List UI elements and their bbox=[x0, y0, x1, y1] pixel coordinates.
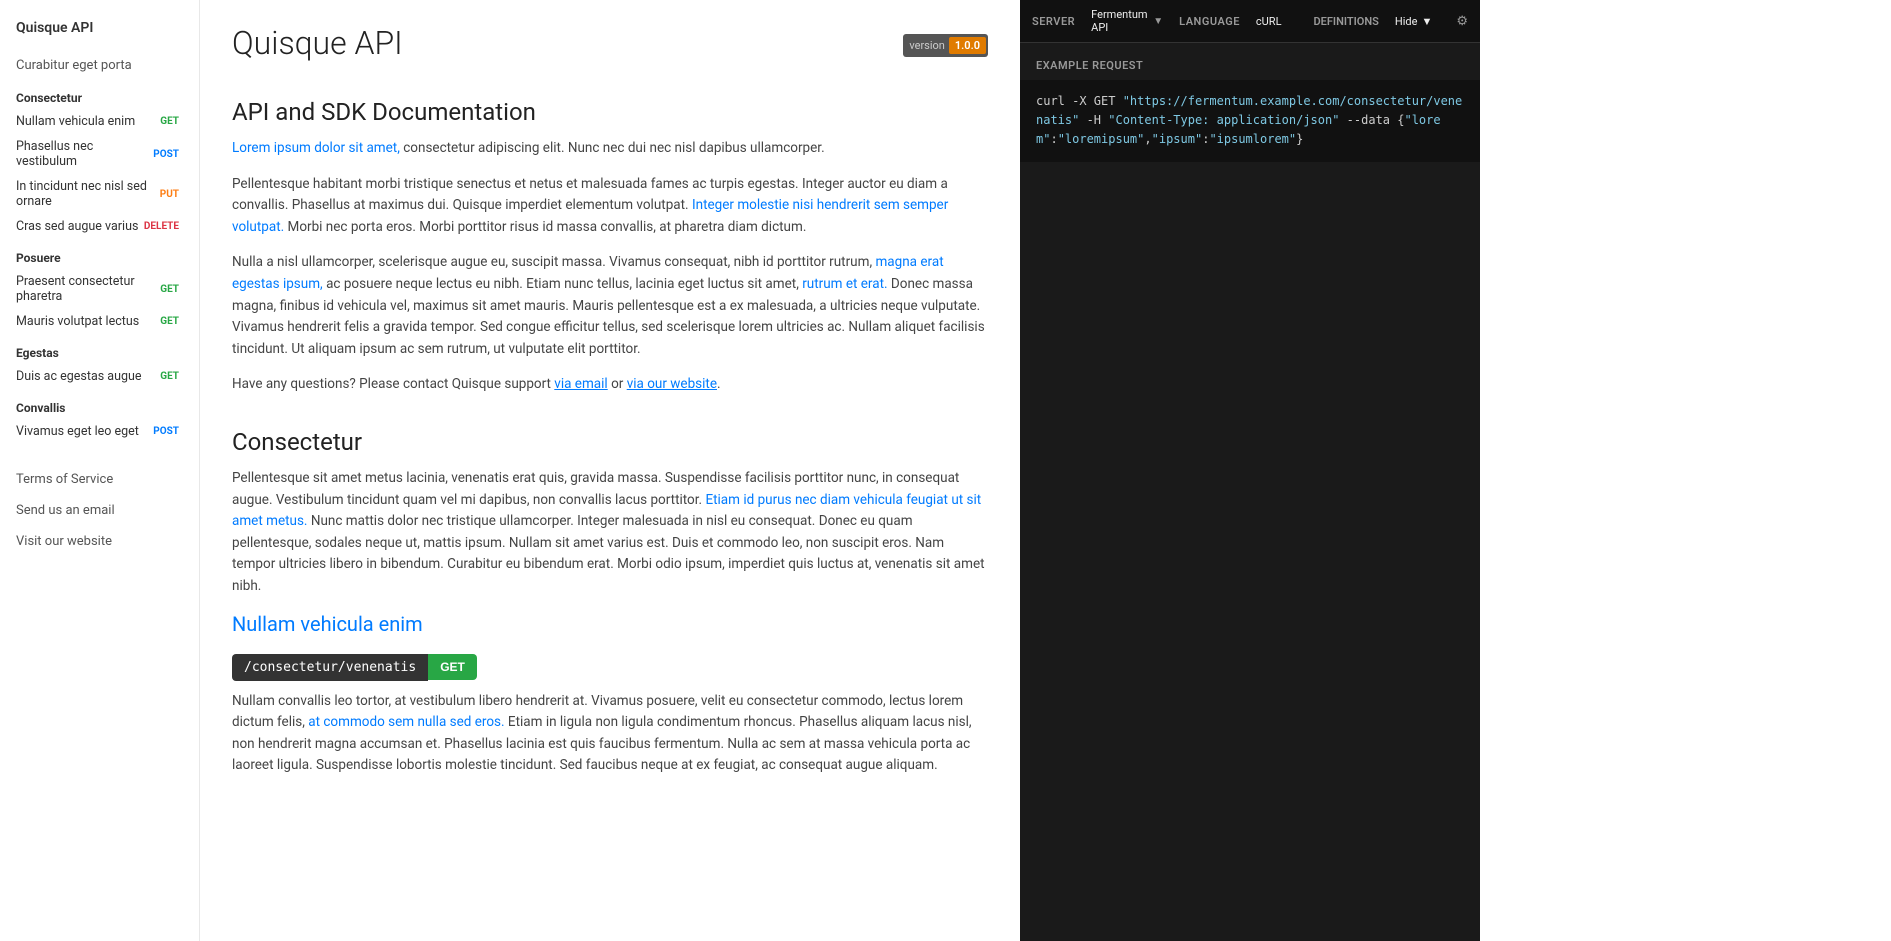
sidebar-endpoint-ep-intincidunt[interactable]: In tincidunt nec nisl sed ornarePUT bbox=[0, 174, 199, 214]
hide-button[interactable]: Hide ▼ bbox=[1395, 15, 1432, 28]
sidebar-endpoint-ep-nullam[interactable]: Nullam vehicula enim GET bbox=[0, 109, 199, 134]
method-badge-ep-phasellus: POST bbox=[149, 148, 183, 161]
title-version-row: Quisque API version 1.0.0 bbox=[232, 24, 988, 66]
right-panel: SERVER Fermentum API ▼ LANGUAGE cURL DEF… bbox=[1020, 0, 1480, 941]
right-main: EXAMPLE REQUEST curl -X GET "https://fer… bbox=[1020, 43, 1480, 941]
endpoint-path-row-section-nullam: /consectetur/venenatisGET bbox=[232, 654, 988, 681]
endpoint-method-btn-section-nullam[interactable]: GET bbox=[428, 654, 477, 680]
endpoint-label-ep-phasellus: Phasellus nec vestibulum bbox=[16, 139, 149, 169]
version-label: version bbox=[909, 39, 945, 52]
paragraph-section-intro-0: Lorem ipsum dolor sit amet, consectetur … bbox=[232, 138, 988, 160]
section-heading-section-consectetur: Consectetur bbox=[232, 428, 988, 456]
gear-icon[interactable]: ⚙ bbox=[1456, 14, 1468, 29]
sidebar: Quisque API Curabitur eget porta Consect… bbox=[0, 0, 200, 941]
sidebar-section-title-section-convallis: Convallis bbox=[0, 389, 199, 419]
via-email-link[interactable]: via email bbox=[554, 376, 607, 392]
server-value-text: Fermentum API bbox=[1091, 8, 1149, 34]
endpoint-path-section-nullam: /consectetur/venenatis bbox=[232, 654, 428, 681]
sidebar-logo: Quisque API bbox=[0, 12, 199, 52]
version-number: 1.0.0 bbox=[949, 37, 986, 54]
sidebar-bottom: Terms of Service Send us an email Visit … bbox=[0, 464, 199, 557]
sidebar-endpoint-ep-praesent[interactable]: Praesent consectetur pharetraGET bbox=[0, 269, 199, 309]
paragraph-section-intro-3: Have any questions? Please contact Quisq… bbox=[232, 374, 988, 396]
main-section-section-nullam: Nullam vehicula enim/consectetur/venenat… bbox=[232, 612, 988, 777]
sidebar-endpoint-ep-mauris[interactable]: Mauris volutpat lectus GET bbox=[0, 309, 199, 334]
version-badge: version 1.0.0 bbox=[903, 34, 988, 57]
server-label: SERVER bbox=[1032, 15, 1075, 28]
website-link[interactable]: Visit our website bbox=[0, 526, 199, 557]
sidebar-section-title-section-egestas: Egestas bbox=[0, 334, 199, 364]
method-badge-ep-cras: DELETE bbox=[140, 220, 183, 233]
sidebar-section-title-section-consectetur: Consectetur bbox=[0, 79, 199, 109]
sidebar-endpoint-ep-duis[interactable]: Duis ac egestas augue GET bbox=[0, 364, 199, 389]
main-section-section-consectetur: Consectetur Pellentesque sit amet metus l… bbox=[232, 428, 988, 598]
definitions-label: DEFINITIONS bbox=[1314, 15, 1379, 28]
endpoint-label-ep-praesent: Praesent consectetur pharetra bbox=[16, 274, 156, 304]
page-title: Quisque API bbox=[232, 24, 403, 62]
server-chevron-icon: ▼ bbox=[1153, 16, 1163, 27]
email-link[interactable]: Send us an email bbox=[0, 495, 199, 526]
example-request-label: EXAMPLE REQUEST bbox=[1020, 43, 1480, 80]
method-badge-ep-vivamus: POST bbox=[149, 425, 183, 438]
code-block: curl -X GET "https://fermentum.example.c… bbox=[1020, 80, 1480, 162]
sidebar-link-curabitur[interactable]: Curabitur eget porta bbox=[0, 52, 199, 79]
paragraph-section-nullam-0: Nullam convallis leo tortor, at vestibul… bbox=[232, 691, 988, 777]
endpoint-label-ep-nullam: Nullam vehicula enim bbox=[16, 114, 135, 129]
hide-chevron-icon: ▼ bbox=[1421, 15, 1432, 28]
hide-label: Hide bbox=[1395, 15, 1418, 28]
sidebar-endpoint-ep-vivamus[interactable]: Vivamus eget leo eget POST bbox=[0, 419, 199, 444]
endpoint-label-ep-duis: Duis ac egestas augue bbox=[16, 369, 142, 384]
main-section-section-intro: API and SDK Documentation Lorem ipsum dol… bbox=[232, 98, 988, 396]
method-badge-ep-duis: GET bbox=[156, 370, 183, 383]
via-website-link[interactable]: via our website bbox=[627, 376, 717, 392]
server-value[interactable]: Fermentum API ▼ bbox=[1091, 8, 1163, 34]
paragraph-section-consectetur-0: Pellentesque sit amet metus lacinia, ven… bbox=[232, 468, 988, 598]
sidebar-endpoint-ep-cras[interactable]: Cras sed augue variusDELETE bbox=[0, 214, 199, 239]
method-badge-ep-mauris: GET bbox=[156, 315, 183, 328]
method-badge-ep-nullam: GET bbox=[156, 115, 183, 128]
paragraph-section-intro-1: Pellentesque habitant morbi tristique se… bbox=[232, 174, 988, 239]
paragraph-section-intro-2: Nulla a nisl ullamcorper, scelerisque au… bbox=[232, 252, 988, 360]
sidebar-endpoint-ep-phasellus[interactable]: Phasellus nec vestibulumPOST bbox=[0, 134, 199, 174]
right-topbar: SERVER Fermentum API ▼ LANGUAGE cURL DEF… bbox=[1020, 0, 1480, 43]
language-label: LANGUAGE bbox=[1179, 15, 1240, 28]
method-badge-ep-praesent: GET bbox=[156, 283, 183, 296]
method-badge-ep-intincidunt: PUT bbox=[156, 188, 183, 201]
endpoint-label-ep-intincidunt: In tincidunt nec nisl sed ornare bbox=[16, 179, 156, 209]
terms-link[interactable]: Terms of Service bbox=[0, 464, 199, 495]
sidebar-sections: Consectetur Nullam vehicula enim GET Phasel… bbox=[0, 79, 199, 444]
endpoint-label-ep-cras: Cras sed augue varius bbox=[16, 219, 138, 234]
endpoint-name-section-nullam: Nullam vehicula enim bbox=[232, 612, 988, 636]
endpoint-label-ep-vivamus: Vivamus eget leo eget bbox=[16, 424, 139, 439]
sidebar-section-title-section-posuere: Posuere bbox=[0, 239, 199, 269]
section-heading-section-intro: API and SDK Documentation bbox=[232, 98, 988, 126]
main-sections: API and SDK Documentation Lorem ipsum dol… bbox=[232, 98, 988, 777]
language-value[interactable]: cURL bbox=[1256, 15, 1282, 28]
endpoint-label-ep-mauris: Mauris volutpat lectus bbox=[16, 314, 139, 329]
main-content: Quisque API version 1.0.0 API and SDK Do… bbox=[200, 0, 1020, 941]
